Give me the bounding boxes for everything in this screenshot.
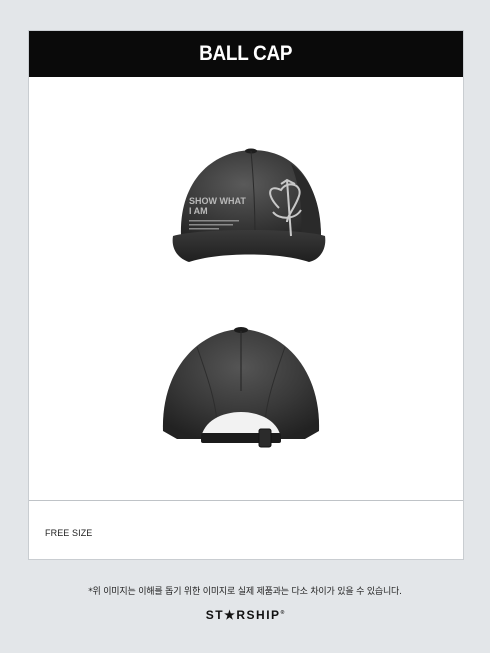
cap-back-image (162, 327, 320, 448)
cap-print-line1: SHOW WHAT (189, 196, 246, 206)
size-label: FREE SIZE (45, 528, 93, 538)
product-image-area: SHOW WHAT I AM (29, 77, 463, 500)
disclaimer-text: *위 이미지는 이해를 돕기 위한 이미지로 실제 제품과는 다소 차이가 있을… (88, 587, 402, 597)
cap-front-image: SHOW WHAT I AM (172, 148, 326, 262)
product-card: BALL CAP SHOW WHAT I AM FREE SIZE (28, 30, 464, 560)
product-title: BALL CAP (199, 42, 293, 65)
cap-print-line2: I AM (189, 206, 208, 216)
card-header: BALL CAP (29, 31, 463, 77)
brand-logo: ST★RSHIP® (205, 608, 285, 622)
card-divider (29, 500, 463, 501)
